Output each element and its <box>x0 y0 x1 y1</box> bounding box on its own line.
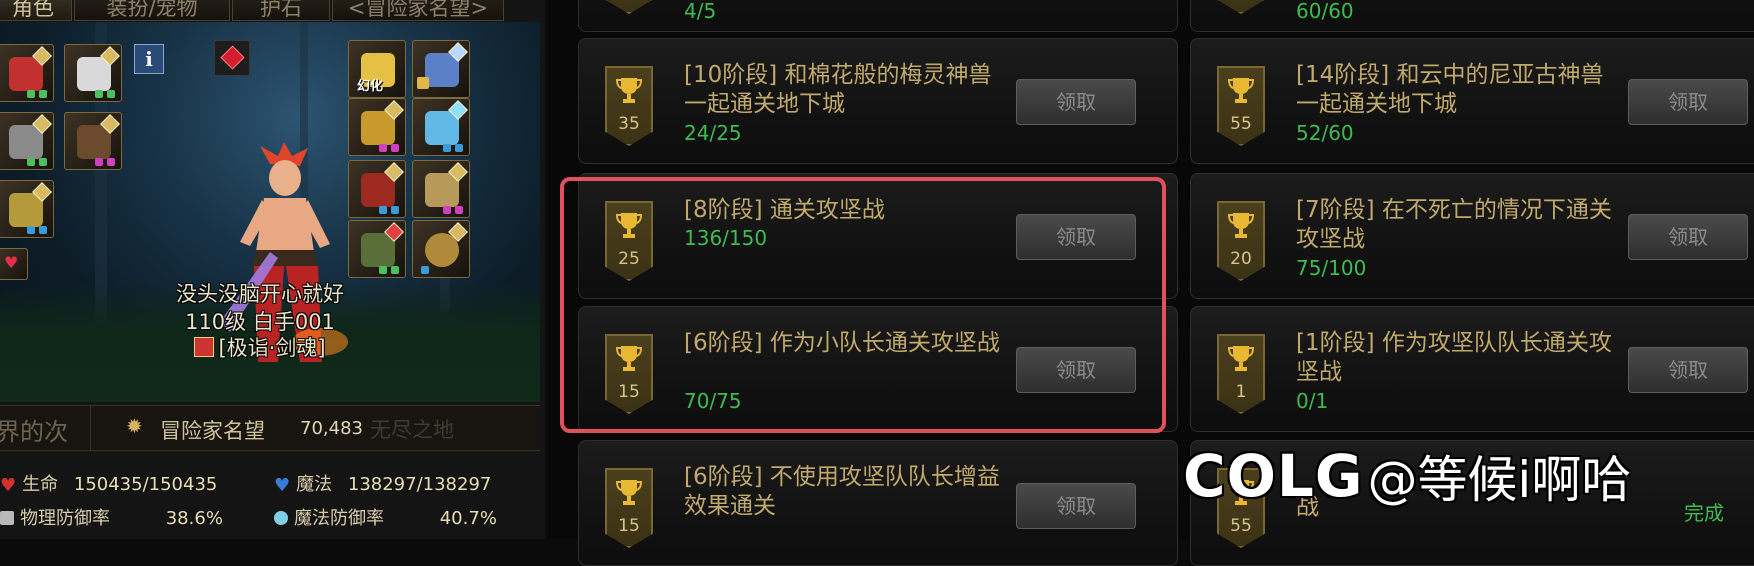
quest-progress: 24/25 <box>684 121 742 145</box>
quest-title: [6阶段] 不使用攻坚队队长增益效果通关 <box>684 464 1000 519</box>
points-badge: 15 <box>605 468 653 548</box>
stat-physical-defense: 物理防御率 38.6% <box>0 504 223 530</box>
sword-icon <box>194 337 215 357</box>
equipment-slot-magic-stone[interactable] <box>412 160 470 218</box>
completed-label: 完成 <box>1684 501 1724 525</box>
points-value: 35 <box>618 114 640 134</box>
trophy-icon <box>1228 346 1254 371</box>
trophy-icon <box>616 78 642 103</box>
character-tabs: 角色 装扮/宠物 护石 <冒险家名望> <box>0 0 545 22</box>
reputation-bar: 界的次 ✹ 冒险家名望 70,483 无尽之地 <box>0 405 540 451</box>
highlight-box <box>560 177 1166 433</box>
quest-card: 20 [7阶段] 在不死亡的情况下通关攻坚战 75/100 领取 <box>1190 173 1754 299</box>
points-badge: 55 <box>1217 66 1265 146</box>
ruby-icon <box>220 45 245 70</box>
tab-avatar-pet[interactable]: 装扮/宠物 <box>74 0 230 21</box>
stat-hp: ♥ 生命 150435/150435 <box>0 474 218 496</box>
points-badge <box>605 0 653 14</box>
trophy-icon <box>616 480 642 505</box>
reputation-left-fragment[interactable]: 界的次 <box>0 412 68 447</box>
claim-button[interactable]: 领取 <box>1016 79 1136 125</box>
tab-character[interactable]: 角色 <box>0 0 72 21</box>
mana-heart-icon: ♥ <box>274 475 291 496</box>
equipment-slot-weapon[interactable] <box>0 44 54 102</box>
quest-progress: 52/60 <box>1296 121 1354 145</box>
watermark-handle: @等候i啊哈 <box>1367 451 1632 509</box>
claim-button[interactable]: 领取 <box>1628 79 1748 125</box>
equipment-slot-necklace[interactable] <box>412 40 470 98</box>
heart-icon: ♥ <box>4 253 19 272</box>
tab-adventurer-fame[interactable]: <冒险家名望> <box>332 0 504 21</box>
trophy-icon <box>1228 213 1254 238</box>
quest-progress: 75/100 <box>1296 256 1367 280</box>
character-portrait: ♥ i 幻化 没头没脑开心就好 110级 白手001 [极诣·剑魂] <box>0 22 540 402</box>
info-icon[interactable]: i <box>134 44 164 74</box>
quest-card: 1 [1阶段] 作为攻坚队队长通关攻坚战 0/1 领取 <box>1190 306 1754 432</box>
character-title: [极诣·剑魂] <box>120 332 400 362</box>
transform-label: 幻化 <box>357 79 384 94</box>
colg-logo: COLG <box>1183 442 1364 510</box>
quest-progress: 60/60 <box>1296 0 1354 23</box>
points-value: 15 <box>618 516 640 536</box>
equipment-slot-artifact[interactable] <box>412 220 470 278</box>
equipment-slot-transform[interactable]: 幻化 <box>348 40 406 98</box>
equipment-slot-top[interactable] <box>64 112 122 170</box>
quest-progress: 4/5 <box>684 0 717 23</box>
points-badge: 1 <box>1217 334 1265 414</box>
quest-card: 35 [10阶段] 和棉花般的梅灵神兽一起通关地下城 24/25 领取 <box>578 38 1178 164</box>
magic-defense-icon <box>274 511 288 525</box>
reputation-icon: ✹ <box>126 414 143 438</box>
points-badge <box>1217 0 1265 14</box>
points-value: 20 <box>1230 249 1252 269</box>
physical-defense-icon <box>0 511 14 525</box>
reputation-right-fragment: 无尽之地 <box>370 418 454 442</box>
quest-card: 4/5 <box>578 0 1178 32</box>
points-badge: 35 <box>605 66 653 146</box>
heart-icon: ♥ <box>0 475 17 496</box>
points-badge: 20 <box>1217 201 1265 281</box>
quest-title: [7阶段] 在不死亡的情况下通关攻坚战 <box>1296 197 1612 252</box>
claim-button[interactable]: 领取 <box>1628 347 1748 393</box>
emblem-slot[interactable] <box>214 40 250 76</box>
equipment-slot-ring[interactable] <box>412 98 470 156</box>
character-name: 没头没脑开心就好 <box>176 282 344 306</box>
points-value: 1 <box>1235 382 1247 402</box>
stat-magic-defense: 魔法防御率 40.7% <box>274 504 497 530</box>
equipment-slot-shoulder[interactable] <box>0 112 54 170</box>
points-value: 55 <box>1230 114 1252 134</box>
quest-card: 60/60 <box>1190 0 1754 32</box>
quest-card: 55 [14阶段] 和云中的尼亚古神兽一起通关地下城 52/60 领取 <box>1190 38 1754 164</box>
character-panel: 角色 装扮/宠物 护石 <冒险家名望> ♥ i 幻化 没头没脑开心就好 110级… <box>0 0 545 539</box>
claim-button[interactable]: 领取 <box>1628 214 1748 260</box>
equipment-slot-belt[interactable] <box>0 180 54 238</box>
claim-button[interactable]: 领取 <box>1016 483 1136 529</box>
trophy-icon <box>1228 78 1254 103</box>
points-value: 55 <box>1230 516 1252 536</box>
quest-progress: 0/1 <box>1296 389 1329 413</box>
watermark: COLG @等候i啊哈 <box>1183 436 1631 516</box>
quest-title: [10阶段] 和棉花般的梅灵神兽一起通关地下城 <box>684 62 992 117</box>
quest-title: [14阶段] 和云中的尼亚古神兽一起通关地下城 <box>1296 62 1604 117</box>
equipment-slot-small[interactable]: ♥ <box>0 248 28 280</box>
lock-icon <box>417 77 429 89</box>
tab-talisman[interactable]: 护石 <box>232 0 330 21</box>
reputation-label: 冒险家名望 <box>160 419 265 443</box>
reputation-value: 70,483 <box>300 418 363 439</box>
quest-title: [1阶段] 作为攻坚队队长通关攻坚战 <box>1296 330 1612 385</box>
stat-mp: ♥ 魔法 138297/138297 <box>274 474 492 496</box>
quest-card: 15 [6阶段] 不使用攻坚队队长增益效果通关 领取 <box>578 440 1178 566</box>
equipment-slot-title[interactable] <box>64 44 122 102</box>
